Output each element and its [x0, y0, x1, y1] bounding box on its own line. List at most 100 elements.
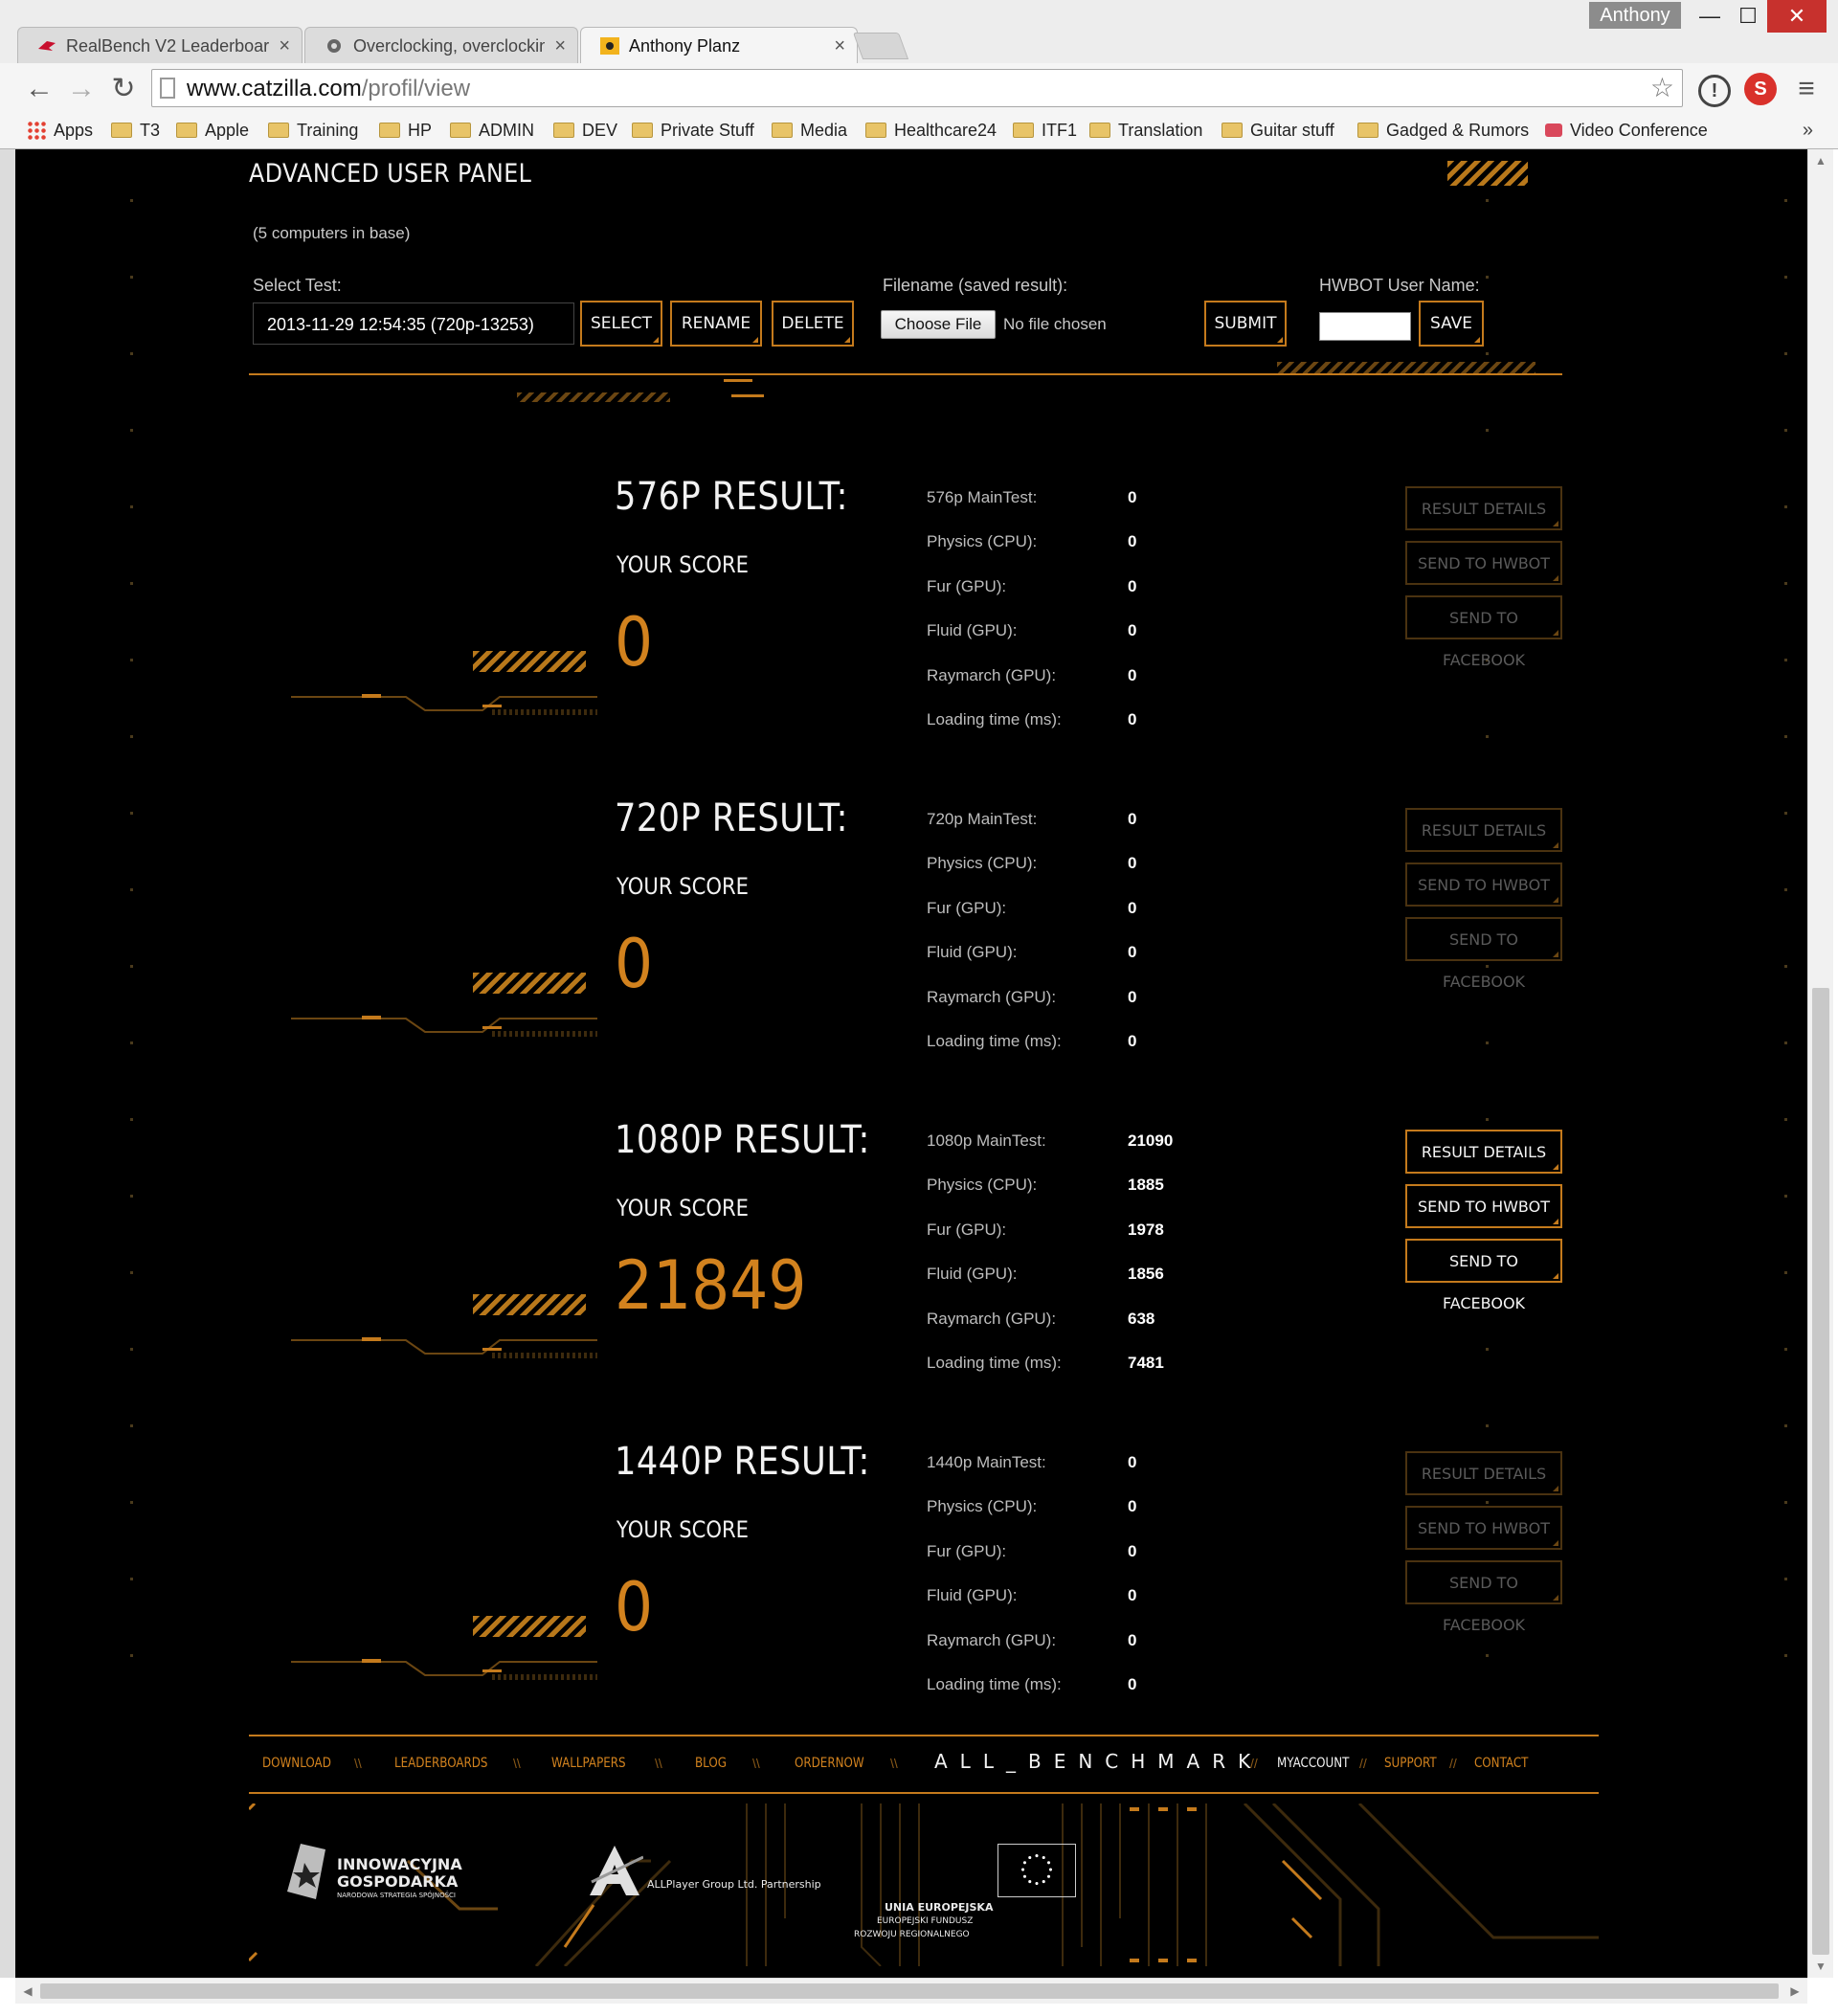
- footer-link-wallpapers[interactable]: WALLPAPERS: [551, 1756, 626, 1771]
- extension-lastpass-icon[interactable]: S: [1744, 73, 1777, 105]
- vertical-scrollbar[interactable]: ▲ ▼: [1807, 149, 1833, 1978]
- profile-badge[interactable]: Anthony: [1589, 2, 1681, 29]
- scroll-down-icon[interactable]: ▼: [1808, 1955, 1833, 1978]
- background-dot: [1486, 199, 1489, 202]
- bookmark-folder[interactable]: HP: [379, 113, 432, 147]
- metric-value: 0: [1128, 666, 1137, 684]
- footer-top-line: [249, 1735, 1599, 1736]
- send-to-hwbot-button[interactable]: SEND TO HWBOT: [1405, 1184, 1562, 1228]
- send-to-facebook-button[interactable]: SEND TO FACEBOOK: [1405, 595, 1562, 669]
- tab-realbench[interactable]: RealBench V2 Leaderboard ×: [17, 27, 303, 63]
- footer-link-support[interactable]: SUPPORT: [1384, 1756, 1437, 1771]
- bookmark-folder[interactable]: Healthcare24: [865, 113, 997, 147]
- more-bookmarks-icon[interactable]: »: [1803, 113, 1813, 147]
- folder-icon: [1222, 123, 1243, 138]
- bookmark-folder[interactable]: Training: [268, 113, 358, 147]
- rename-button[interactable]: RENAME: [670, 301, 762, 347]
- background-dot: [1486, 1348, 1489, 1351]
- background-dot: [1486, 1654, 1489, 1657]
- metric-label: Fur (GPU):: [927, 1221, 1007, 1239]
- background-dot: [1784, 1424, 1787, 1427]
- horizontal-scrollbar[interactable]: ◀ ▶: [15, 1978, 1807, 2004]
- background-dot: [130, 1654, 133, 1657]
- allplayer-logo-icon: [590, 1846, 643, 1895]
- metric-value: 0: [1128, 1586, 1137, 1604]
- background-dot: [1784, 582, 1787, 585]
- footer-link-contact[interactable]: CONTACT: [1474, 1756, 1528, 1771]
- bookmark-folder[interactable]: Apple: [176, 113, 249, 147]
- background-dot: [1486, 429, 1489, 432]
- logo-eu-line1: UNIA EUROPEJSKA: [885, 1901, 994, 1914]
- logo-eu-line3: ROZWOJU REGIONALNEGO: [854, 1930, 970, 1939]
- background-dot: [1784, 1501, 1787, 1504]
- innowacyjna-gospodarka-logo-icon: [287, 1844, 325, 1899]
- footer-link-download[interactable]: DOWNLOAD: [262, 1756, 331, 1771]
- extension-1password-icon[interactable]: !: [1698, 75, 1731, 107]
- select-button[interactable]: SELECT: [580, 301, 662, 347]
- vertical-scroll-thumb[interactable]: [1812, 988, 1829, 1955]
- horizontal-scroll-thumb[interactable]: [40, 1983, 1779, 1999]
- send-to-facebook-button[interactable]: SEND TO FACEBOOK: [1405, 1239, 1562, 1312]
- metric-label: Fluid (GPU):: [927, 621, 1018, 639]
- footer-separator: \\: [513, 1756, 521, 1771]
- bookmark-star-icon[interactable]: ☆: [1650, 70, 1674, 106]
- bookmark-folder[interactable]: T3: [111, 113, 160, 147]
- scroll-left-icon[interactable]: ◀: [15, 1979, 40, 2004]
- footer-link-myaccount[interactable]: MYACCOUNT: [1277, 1756, 1349, 1771]
- background-dot: [1486, 735, 1489, 738]
- submit-button[interactable]: SUBMIT: [1204, 301, 1287, 347]
- save-button[interactable]: SAVE: [1419, 301, 1484, 347]
- hwbot-username-label: HWBOT User Name:: [1319, 276, 1480, 295]
- metric-value: 21090: [1128, 1131, 1174, 1150]
- bookmark-folder[interactable]: Media: [772, 113, 847, 147]
- send-to-hwbot-button[interactable]: SEND TO HWBOT: [1405, 541, 1562, 585]
- hwbot-username-input[interactable]: [1319, 312, 1411, 341]
- bookmark-folder[interactable]: ADMIN: [450, 113, 534, 147]
- result-details-button[interactable]: RESULT DETAILS: [1405, 808, 1562, 852]
- background-dot: [1784, 1118, 1787, 1121]
- new-tab-button[interactable]: [852, 33, 909, 59]
- scroll-right-icon[interactable]: ▶: [1782, 1979, 1807, 2004]
- url-text[interactable]: www.catzilla.com/profil/view: [187, 70, 470, 108]
- send-to-hwbot-button[interactable]: SEND TO HWBOT: [1405, 862, 1562, 907]
- bookmark-folder[interactable]: Gadged & Rumors: [1357, 113, 1529, 147]
- send-to-hwbot-button[interactable]: SEND TO HWBOT: [1405, 1506, 1562, 1550]
- bookmark-video-conference[interactable]: Video Conference: [1545, 113, 1708, 147]
- result-details-button[interactable]: RESULT DETAILS: [1405, 1451, 1562, 1495]
- tab-overclocking[interactable]: Overclocking, overclocking ×: [304, 27, 578, 63]
- result-details-button[interactable]: RESULT DETAILS: [1405, 1130, 1562, 1174]
- scroll-up-icon[interactable]: ▲: [1808, 149, 1833, 172]
- footer-link-ordernow[interactable]: ORDERNOW: [795, 1756, 864, 1771]
- all-benchmark-brand[interactable]: ALL_BENCHMARK: [934, 1750, 1263, 1773]
- test-select[interactable]: 2013-11-29 12:54:35 (720p-13253): [253, 302, 574, 345]
- bookmark-folder[interactable]: DEV: [553, 113, 617, 147]
- metric-label: Loading time (ms):: [927, 1354, 1062, 1372]
- background-dot: [130, 429, 133, 432]
- choose-file-button[interactable]: Choose File: [881, 310, 996, 339]
- close-tab-icon[interactable]: ×: [279, 28, 290, 63]
- menu-icon[interactable]: ≡: [1790, 73, 1823, 105]
- close-tab-icon[interactable]: ×: [834, 28, 845, 64]
- bookmark-folder[interactable]: Private Stuff: [632, 113, 754, 147]
- result-details-button[interactable]: RESULT DETAILS: [1405, 486, 1562, 530]
- close-window-button[interactable]: ✕: [1767, 0, 1827, 33]
- address-bar[interactable]: www.catzilla.com/profil/view ☆: [151, 69, 1683, 107]
- metric-label: 720p MainTest:: [927, 810, 1038, 828]
- footer-link-leaderboards[interactable]: LEADERBOARDS: [394, 1756, 487, 1771]
- bookmark-folder[interactable]: ITF1: [1013, 113, 1077, 147]
- footer-link-blog[interactable]: BLOG: [695, 1756, 727, 1771]
- bookmark-apps[interactable]: Apps: [27, 113, 93, 147]
- back-icon[interactable]: ←: [23, 73, 56, 105]
- close-tab-icon[interactable]: ×: [554, 28, 566, 63]
- background-dot: [130, 965, 133, 968]
- reload-icon[interactable]: ↻: [107, 73, 140, 105]
- tab-anthony-planz[interactable]: Anthony Planz ×: [580, 27, 858, 65]
- forward-icon[interactable]: →: [65, 73, 98, 105]
- background-dot: [1784, 429, 1787, 432]
- bookmark-folder[interactable]: Translation: [1089, 113, 1202, 147]
- send-to-facebook-button[interactable]: SEND TO FACEBOOK: [1405, 917, 1562, 991]
- send-to-facebook-button[interactable]: SEND TO FACEBOOK: [1405, 1560, 1562, 1634]
- bookmark-folder[interactable]: Guitar stuff: [1222, 113, 1334, 147]
- result-title: 1440P RESULT:: [615, 1440, 870, 1484]
- delete-button[interactable]: DELETE: [772, 301, 854, 347]
